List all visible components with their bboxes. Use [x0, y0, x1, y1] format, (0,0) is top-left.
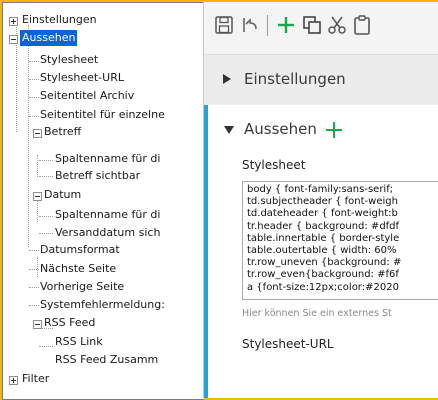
tree-item-spaltenname-betreff[interactable]: Spaltenname für di	[55, 151, 160, 167]
scissors-icon[interactable]	[327, 15, 347, 35]
copy-icon[interactable]	[302, 15, 322, 35]
collapse-icon[interactable]	[33, 129, 42, 138]
chevron-down-icon[interactable]	[224, 126, 234, 134]
tree-item-einstellungen[interactable]: Einstellungen	[22, 12, 97, 28]
tree-item-spaltenname-datum[interactable]: Spaltenname für di	[55, 207, 160, 223]
tree-item-seitentitel-einzelne[interactable]: Seitentitel für einzelne	[40, 107, 165, 123]
undo-icon[interactable]	[240, 15, 260, 35]
stylesheet-label: Stylesheet	[242, 158, 306, 172]
section-aussehen: Aussehen Stylesheet Hier können Sie ein …	[204, 105, 438, 398]
tree-connector	[29, 269, 39, 270]
tree-item-datumsformat[interactable]: Datumsformat	[40, 242, 120, 258]
stylesheet-textarea[interactable]	[242, 181, 438, 300]
tree-item-aussehen[interactable]: Aussehen	[20, 30, 78, 46]
tree-connector	[29, 61, 39, 62]
tree-connector	[29, 250, 39, 251]
tree-connector	[29, 79, 39, 80]
toolbar	[204, 2, 438, 54]
tree-item-seitentitel-archiv[interactable]: Seitentitel Archiv	[40, 88, 134, 104]
tree-connector	[29, 305, 39, 306]
tree-connector	[37, 257, 38, 277]
tree-connector	[29, 116, 39, 117]
tree-item-betreff[interactable]: Betreff	[44, 124, 81, 140]
save-icon[interactable]	[214, 15, 234, 35]
stylesheet-hint: Hier können Sie ein externes St	[242, 308, 392, 319]
tree-item-rss-feed[interactable]: RSS Feed	[44, 315, 95, 331]
stylesheet-url-label: Stylesheet-URL	[242, 337, 334, 351]
clipboard-icon[interactable]	[352, 15, 372, 35]
expand-icon[interactable]	[9, 17, 18, 26]
collapse-icon[interactable]	[33, 192, 42, 201]
tree-connector	[39, 160, 53, 161]
plus-icon[interactable]	[325, 121, 343, 139]
tree-item-versanddatum[interactable]: Versanddatum sich	[55, 225, 160, 241]
tree-item-betreff-sichtbar[interactable]: Betreff sichtbar	[55, 168, 140, 184]
tree-connector	[39, 216, 53, 217]
chevron-right-icon	[223, 74, 231, 84]
tree-item-rss-link[interactable]: RSS Link	[55, 334, 103, 350]
properties-panel: Einstellungen Aussehen Stylesheet Hier k…	[203, 2, 438, 398]
tree-connector	[37, 155, 38, 177]
tree-connector	[29, 97, 39, 98]
tree-connector	[37, 200, 38, 222]
tree-connector	[28, 25, 29, 247]
tree-item-datum[interactable]: Datum	[44, 187, 81, 203]
plus-icon[interactable]	[276, 15, 296, 35]
expand-icon[interactable]	[9, 376, 18, 385]
collapse-icon[interactable]	[33, 320, 42, 329]
tree-item-vorherige-seite[interactable]: Vorherige Seite	[40, 279, 124, 295]
tree-item-filter[interactable]: Filter	[22, 371, 49, 387]
collapse-icon[interactable]	[9, 35, 18, 44]
section-title[interactable]: Aussehen	[244, 120, 317, 138]
tree-item-systemfehler[interactable]: Systemfehlermeldung:	[40, 297, 165, 313]
section-title: Einstellungen	[244, 70, 346, 88]
tree-panel: Einstellungen Aussehen Stylesheet Styles…	[2, 2, 204, 400]
tree-connector	[29, 287, 39, 288]
tree-item-naechste-seite[interactable]: Nächste Seite	[40, 261, 116, 277]
toolbar-separator	[267, 15, 268, 36]
tree-connector	[39, 346, 53, 347]
tree-connector	[39, 176, 53, 177]
tree-item-rss-feed-zusammen[interactable]: RSS Feed Zusamm	[55, 352, 158, 368]
tree-connector	[39, 233, 53, 234]
tree-item-stylesheet-url[interactable]: Stylesheet-URL	[40, 70, 124, 86]
section-einstellungen[interactable]: Einstellungen	[204, 54, 438, 106]
tree-item-stylesheet[interactable]: Stylesheet	[40, 52, 98, 68]
